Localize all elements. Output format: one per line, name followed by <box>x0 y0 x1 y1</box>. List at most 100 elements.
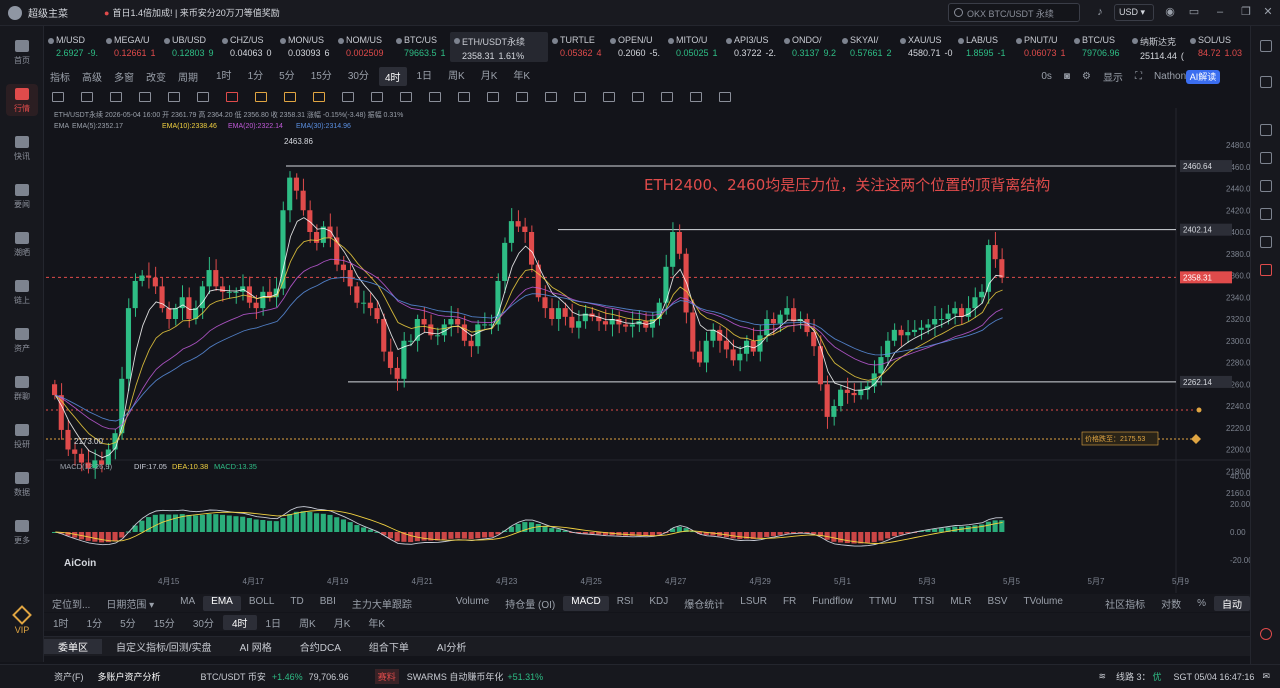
swarms-text[interactable]: SWARMS 自动赚币年化 <box>407 670 504 683</box>
line-label[interactable]: 线路 3： <box>1116 670 1151 683</box>
vip-button[interactable]: VIP <box>0 605 44 635</box>
user-icon[interactable]: ◉ <box>1164 6 1176 18</box>
period-bottom[interactable]: 1日 <box>257 615 291 630</box>
brush-icon[interactable] <box>516 92 528 102</box>
order-icon[interactable] <box>1260 208 1272 220</box>
ticker-item[interactable]: 纳斯达克 25114.44( <box>1128 32 1186 62</box>
restore-icon[interactable]: ❐ <box>1240 6 1252 18</box>
ticker-item[interactable]: API3/US 0.3722 -2. <box>722 32 780 62</box>
depth-icon[interactable] <box>1260 236 1272 248</box>
period-5[interactable]: 4时 <box>378 66 407 86</box>
sub-indicator[interactable]: TVolume <box>1015 596 1070 611</box>
auto-toggle[interactable]: 自动 <box>1214 595 1250 611</box>
order-tab[interactable]: 委单区 <box>44 639 102 654</box>
minimize-icon[interactable]: – <box>1214 6 1226 18</box>
notice-text[interactable]: ● 首日1.4倍加成! | 来币安分20万刀等值奖励 <box>104 6 280 19</box>
layout-icon[interactable] <box>1260 76 1272 88</box>
sub-indicator[interactable]: 持仓量 (OI) <box>497 596 563 611</box>
sub-indicator[interactable]: TTSI <box>905 596 943 611</box>
locate-button[interactable]: 定位到... <box>44 596 98 611</box>
community-indicators[interactable]: 社区指标 <box>1097 596 1153 611</box>
ticker-item[interactable]: XAU/US 4580.71 -0 <box>896 32 954 62</box>
sidebar-item-flash[interactable]: 快讯 <box>0 136 44 162</box>
ticker-item[interactable]: BTC/US 79706.96 <box>1070 32 1128 62</box>
bot-icon[interactable] <box>1260 264 1272 276</box>
sub-indicator[interactable]: TTMU <box>861 596 905 611</box>
eye-icon[interactable] <box>603 92 615 102</box>
kline-chart[interactable]: 2480.002460.002440.002420.002400.002380.… <box>46 108 1250 593</box>
pattern-icon[interactable] <box>342 92 354 102</box>
ticker-item[interactable]: ETH/USDT永续 2358.31 1.61% <box>450 32 548 62</box>
main-indicator[interactable]: EMA <box>203 595 241 611</box>
period-9[interactable]: 年K <box>507 67 536 86</box>
trendline-icon[interactable] <box>168 92 180 102</box>
sidebar-item-social[interactable]: 潮晒 <box>0 232 44 258</box>
period-2[interactable]: 5分 <box>273 67 301 86</box>
list-icon[interactable] <box>1260 124 1272 136</box>
period-bottom[interactable]: 30分 <box>184 615 223 630</box>
menu-icon[interactable] <box>52 92 64 102</box>
tool-indicators[interactable]: 指标 <box>44 69 76 84</box>
ray-icon[interactable] <box>139 92 151 102</box>
sidebar-item-home[interactable]: 首页 <box>0 40 44 66</box>
ticker-item[interactable]: PNUT/U 0.06073 1 <box>1012 32 1070 62</box>
asset-label[interactable]: 资产(F) <box>54 670 84 683</box>
period-7[interactable]: 周K <box>442 67 471 86</box>
cross-icon[interactable] <box>226 92 238 102</box>
ticker-item[interactable]: SKYAI/0.57661 2 <box>838 32 896 62</box>
notice-2[interactable]: 来币安分20万刀等值奖励 <box>180 8 280 18</box>
filter-icon[interactable] <box>661 92 673 102</box>
period-bottom[interactable]: 1分 <box>78 615 112 630</box>
add-icon[interactable] <box>1260 40 1272 52</box>
period-0[interactable]: 1时 <box>210 67 238 86</box>
notice-1[interactable]: 首日1.4倍加成! <box>112 8 172 18</box>
chart-canvas[interactable]: 2480.002460.002440.002420.002400.002380.… <box>46 108 1250 593</box>
main-indicator[interactable]: MA <box>172 596 203 611</box>
currency-select[interactable]: USD ▾ <box>1114 4 1154 21</box>
ticker-item[interactable]: TURTLE 0.05362 4 <box>548 32 606 62</box>
main-indicator[interactable]: TD <box>282 596 311 611</box>
redo-icon[interactable] <box>719 92 731 102</box>
sub-indicator[interactable]: Fundflow <box>804 596 861 611</box>
ticker-item[interactable]: MON/US 0.03093 6 <box>276 32 334 62</box>
alert-icon[interactable] <box>1260 180 1272 192</box>
ticker-item[interactable]: UB/USD 0.12803 9 <box>160 32 218 62</box>
date-range-button[interactable]: 日期范围 ▾ <box>98 596 162 611</box>
period-bottom[interactable]: 1时 <box>44 615 78 630</box>
sub-indicator[interactable]: RSI <box>609 596 642 611</box>
trash-icon[interactable] <box>632 92 644 102</box>
ai-interpret-button[interactable]: AI解读 <box>1186 70 1220 84</box>
sidebar-item-data[interactable]: 数据 <box>0 472 44 498</box>
main-indicator[interactable]: BOLL <box>241 596 283 611</box>
multi-account-link[interactable]: 多账户资产分析 <box>98 670 161 683</box>
sidebar-item-market[interactable]: 行情 <box>0 88 44 114</box>
fullscreen-icon[interactable]: ⛶ <box>1129 71 1148 82</box>
close-icon[interactable]: ✕ <box>1262 6 1274 18</box>
ticker-item[interactable]: MITO/U 0.05025 1 <box>664 32 722 62</box>
period-4[interactable]: 30分 <box>342 67 375 86</box>
ticker-item[interactable]: CHZ/US 0.04063 0 <box>218 32 276 62</box>
sub-indicator[interactable]: LSUR <box>732 596 775 611</box>
search-input[interactable]: OKX BTC/USDT 永续 <box>948 3 1080 22</box>
tool-multi-window[interactable]: 多窗 <box>108 69 140 84</box>
order-tab[interactable]: 自定义指标/回测/实盘 <box>102 639 226 654</box>
settings-icon[interactable]: ⚙ <box>1076 71 1097 82</box>
period-bottom[interactable]: 月K <box>325 615 360 630</box>
main-indicator[interactable]: BBI <box>312 596 344 611</box>
sub-indicator[interactable]: FR <box>775 596 804 611</box>
percent-toggle[interactable]: % <box>1189 598 1214 609</box>
message-icon[interactable]: ✉ <box>1262 671 1270 682</box>
ticker-item[interactable]: MEGA/U 0.12661 1 <box>102 32 160 62</box>
period-bottom[interactable]: 4时 <box>222 614 257 630</box>
period-3[interactable]: 15分 <box>305 67 338 86</box>
sub-indicator[interactable]: MACD <box>563 595 609 611</box>
log-toggle[interactable]: 对数 <box>1153 596 1189 611</box>
period-bottom[interactable]: 周K <box>290 615 325 630</box>
sidebar-item-assets[interactable]: 资产 <box>0 328 44 354</box>
arrow-icon[interactable] <box>197 92 209 102</box>
main-icon[interactable] <box>255 92 267 102</box>
order-tab[interactable]: AI分析 <box>423 639 480 654</box>
tool-change[interactable]: 改变 <box>140 69 172 84</box>
order-tab[interactable]: AI 网格 <box>226 639 286 654</box>
screen-icon[interactable]: ▭ <box>1188 6 1200 18</box>
